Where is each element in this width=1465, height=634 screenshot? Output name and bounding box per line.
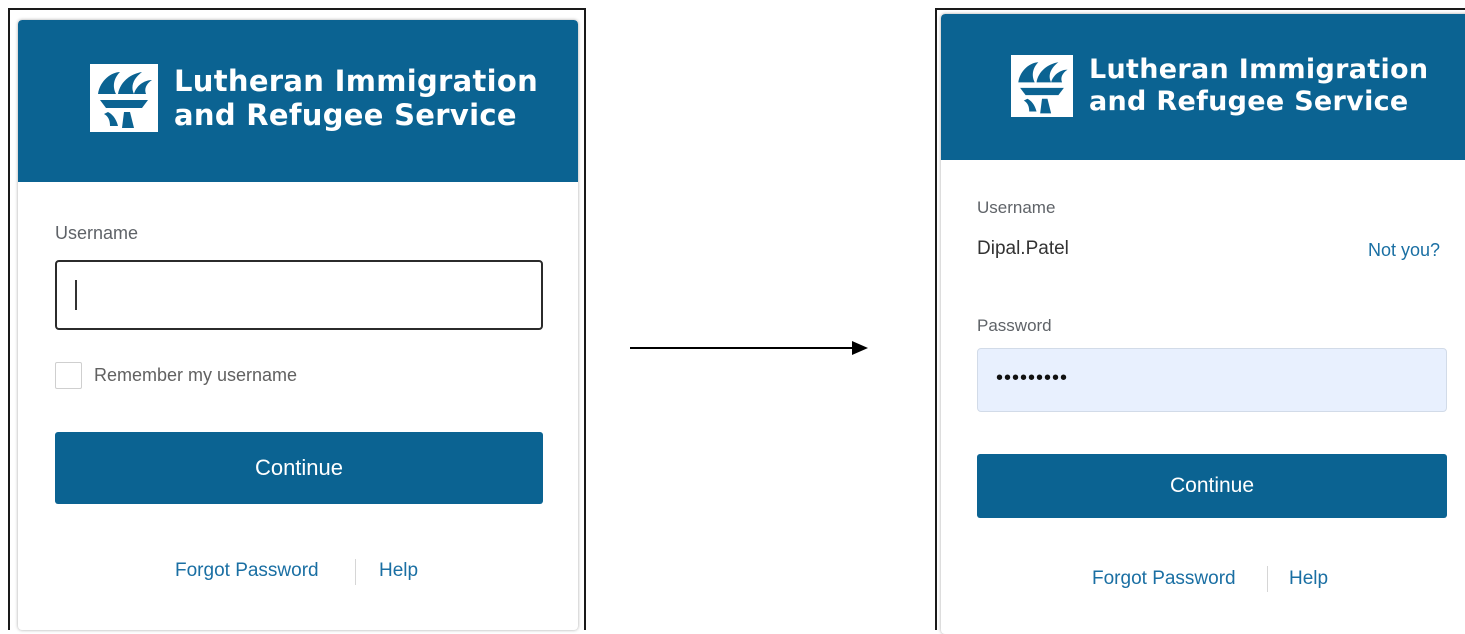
footer-divider <box>355 559 356 585</box>
brand-line-1: Lutheran Immigration <box>1089 54 1429 85</box>
brand-line-2: and Refugee Service <box>174 98 517 133</box>
remember-username-label: Remember my username <box>94 365 298 385</box>
arrow-right-icon <box>630 341 868 355</box>
brand-lockup: Lutheran Immigration and Refugee Service <box>90 64 538 133</box>
password-input[interactable]: ••••••••• <box>977 348 1447 412</box>
password-label: Password <box>977 316 1052 335</box>
remember-username-checkbox[interactable] <box>55 362 82 389</box>
right-screen-frame: Lutheran Immigration and Refugee Service… <box>935 8 1465 634</box>
brand-line-2: and Refugee Service <box>1089 85 1409 117</box>
username-label: Username <box>55 223 139 243</box>
brand-line-1: Lutheran Immigration <box>174 64 539 98</box>
footer-divider <box>1267 566 1268 592</box>
text-cursor <box>75 280 77 310</box>
left-screen-frame: Lutheran Immigration and Refugee Service… <box>8 8 586 630</box>
torch-logo-icon <box>1011 54 1073 117</box>
username-value: Dipal.Patel <box>977 238 1069 259</box>
help-link[interactable]: Help <box>1289 568 1328 590</box>
continue-button[interactable]: Continue <box>977 454 1447 518</box>
brand-banner: Lutheran Immigration and Refugee Service <box>18 20 578 182</box>
forgot-password-link[interactable]: Forgot Password <box>1092 568 1236 590</box>
username-label: Username <box>977 198 1056 217</box>
password-masked-value: ••••••••• <box>996 367 1069 389</box>
username-input[interactable] <box>55 260 543 330</box>
continue-button[interactable]: Continue <box>55 432 543 504</box>
help-link[interactable]: Help <box>379 560 418 582</box>
login-card-step2: Lutheran Immigration and Refugee Service… <box>941 14 1465 634</box>
forgot-password-link[interactable]: Forgot Password <box>175 560 319 582</box>
torch-logo-icon <box>90 64 158 133</box>
login-card-step1: Lutheran Immigration and Refugee Service… <box>18 20 578 630</box>
brand-name: Lutheran Immigration and Refugee Service <box>1089 54 1428 118</box>
brand-name: Lutheran Immigration and Refugee Service <box>174 64 538 132</box>
brand-lockup: Lutheran Immigration and Refugee Service <box>1011 54 1428 118</box>
not-you-link[interactable]: Not you? <box>1368 240 1440 261</box>
brand-banner: Lutheran Immigration and Refugee Service <box>941 14 1465 160</box>
